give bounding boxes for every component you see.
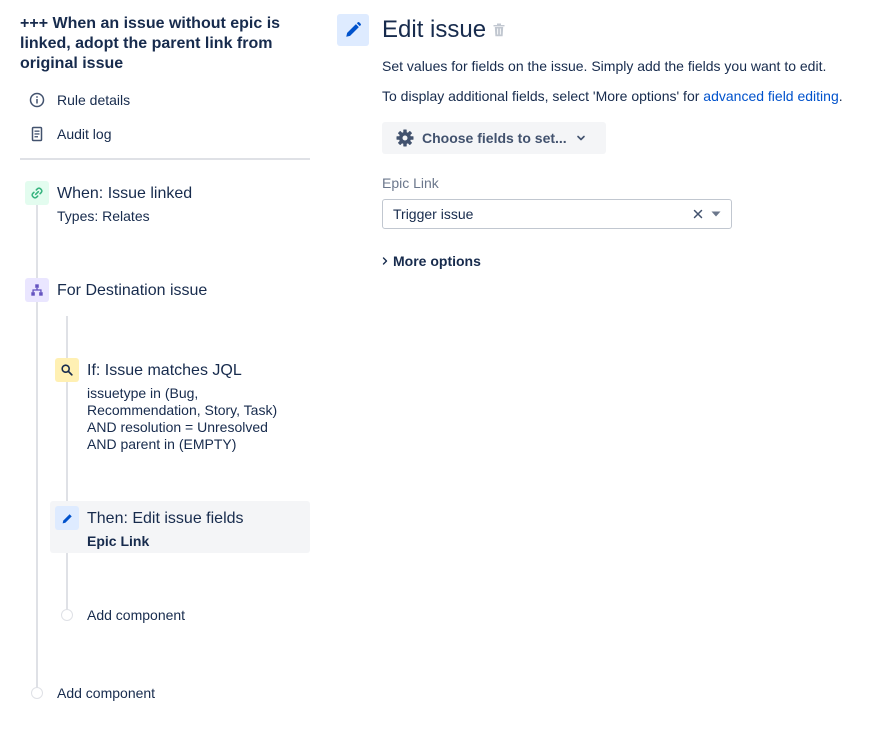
advanced-field-editing-link[interactable]: advanced field editing	[703, 88, 838, 104]
add-component-outer-dot	[31, 687, 43, 699]
condition-node-icon[interactable]	[55, 358, 79, 382]
epic-link-label: Epic Link	[382, 175, 439, 191]
pencil-icon	[346, 22, 361, 37]
rule-title: +++ When an issue without epic is linked…	[20, 15, 281, 72]
chevron-right-icon	[382, 256, 388, 266]
action-subtitle: Epic Link	[87, 533, 150, 549]
document-icon	[28, 125, 46, 143]
trigger-title[interactable]: When: Issue linked	[57, 185, 192, 203]
add-component-inner-button[interactable]: Add component	[87, 607, 185, 623]
info-icon	[28, 91, 46, 109]
branch-node-icon[interactable]	[25, 278, 49, 302]
add-component-outer-button[interactable]: Add component	[57, 685, 155, 701]
chevron-down-icon	[576, 133, 586, 143]
choose-fields-label: Choose fields to set...	[422, 130, 567, 146]
gear-icon	[395, 128, 415, 148]
edit-description-text: To display additional fields, select 'Mo…	[382, 88, 704, 104]
hierarchy-icon	[31, 284, 43, 296]
condition-title[interactable]: If: Issue matches JQL	[87, 362, 242, 380]
nav-rule-details[interactable]: Rule details	[28, 88, 130, 112]
nav-rule-details-label: Rule details	[57, 92, 131, 108]
edit-description-period: .	[838, 88, 843, 104]
choose-fields-button[interactable]: Choose fields to set...	[382, 122, 606, 154]
edit-description: Set values for fields on the issue. Simp…	[382, 58, 827, 74]
edit-issue-badge	[337, 14, 369, 46]
nav-audit-log-label: Audit log	[57, 126, 112, 142]
action-node-icon[interactable]	[55, 506, 79, 530]
branch-title[interactable]: For Destination issue	[57, 282, 207, 300]
condition-jql-line: AND resolution = Unresolved	[87, 419, 268, 435]
epic-link-value: Trigger issue	[393, 206, 474, 222]
more-options-label: More options	[393, 253, 481, 269]
more-options-toggle[interactable]: More options	[382, 251, 481, 271]
condition-jql-line: AND parent in (EMPTY)	[87, 436, 237, 452]
add-component-inner-dot	[61, 609, 73, 621]
action-title[interactable]: Then: Edit issue fields	[87, 510, 244, 528]
caret-down-icon[interactable]	[711, 210, 721, 218]
trigger-node-icon[interactable]	[25, 181, 49, 205]
clear-icon[interactable]	[693, 209, 703, 219]
edit-issue-header: Edit issue	[382, 14, 505, 46]
nav-audit-log[interactable]: Audit log	[28, 122, 111, 146]
trash-icon[interactable]	[493, 23, 505, 37]
divider	[20, 158, 310, 160]
link-icon	[31, 187, 43, 199]
condition-jql: issuetype in (Bug, Recommendation, Story…	[87, 385, 277, 453]
pencil-icon	[62, 513, 72, 523]
page-title: Edit issue	[382, 16, 487, 43]
condition-jql-line: issuetype in (Bug,	[87, 385, 199, 401]
condition-jql-line: Recommendation, Story, Task)	[87, 402, 278, 418]
edit-description-more: To display additional fields, select 'Mo…	[382, 88, 843, 104]
trigger-subtitle: Types: Relates	[57, 208, 150, 224]
epic-link-select[interactable]: Trigger issue	[382, 199, 732, 229]
search-icon	[61, 364, 73, 376]
